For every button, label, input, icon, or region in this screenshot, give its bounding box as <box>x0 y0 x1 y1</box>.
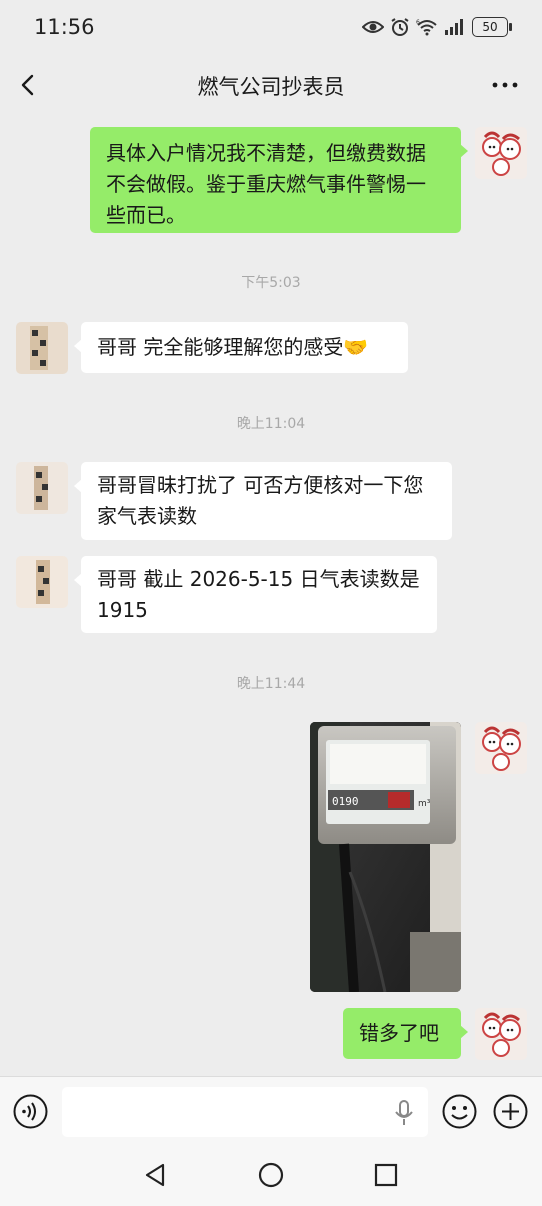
message-bubble-sent[interactable]: 具体入户情况我不清楚，但缴费数据不会做假。鉴于重庆燃气事件警惕一些而已。 <box>90 127 468 233</box>
circle-home-icon <box>258 1162 284 1188</box>
input-bar <box>0 1076 542 1145</box>
timestamp: 下午5:03 <box>241 275 301 291</box>
meter-reading: 0190 <box>332 795 359 808</box>
system-nav-bar <box>0 1144 542 1206</box>
gas-meter-photo[interactable]: 0190 m³ <box>310 722 461 992</box>
blurred-avatar-icon <box>16 322 68 374</box>
message-bubble-received[interactable]: 哥哥 完全能够理解您的感受🤝 <box>74 322 408 373</box>
eye-icon <box>362 21 384 33</box>
status-icons: 6 50 <box>362 17 512 37</box>
blurred-avatar-icon <box>16 462 68 514</box>
plus-button[interactable] <box>492 1093 529 1130</box>
system-home-button[interactable] <box>256 1160 286 1190</box>
status-time: 11:56 <box>34 15 95 39</box>
voice-icon <box>13 1094 48 1129</box>
status-bar: 11:56 6 50 <box>0 0 542 56</box>
square-recents-icon <box>374 1163 398 1187</box>
contact-avatar[interactable] <box>16 322 68 374</box>
message-bubble-received[interactable]: 哥哥 截止 2026-5-15 日气表读数是 1915 <box>74 556 437 633</box>
svg-text:6: 6 <box>416 19 420 26</box>
gas-meter-image: 0190 m³ <box>310 722 461 992</box>
message-bubble-sent[interactable]: 错多了吧 <box>343 1008 468 1059</box>
mic-icon[interactable] <box>394 1100 414 1126</box>
chat-title: 燃气公司抄表员 <box>197 75 345 99</box>
battery-indicator: 50 <box>472 17 512 37</box>
meter-unit: m³ <box>418 799 431 809</box>
message-bubble-received[interactable]: 哥哥冒昧打扰了 可否方便核对一下您家气表读数 <box>74 462 452 540</box>
my-avatar[interactable] <box>475 127 527 179</box>
blurred-avatar-icon <box>16 556 68 608</box>
plus-icon <box>493 1094 528 1129</box>
wifi-icon: 6 <box>416 19 437 36</box>
system-back-button[interactable] <box>141 1160 171 1190</box>
message-input[interactable] <box>62 1087 428 1137</box>
system-recents-button[interactable] <box>371 1160 401 1190</box>
alarm-icon <box>391 18 409 36</box>
cartoon-avatar-icon <box>475 1008 527 1060</box>
contact-avatar[interactable] <box>16 556 68 608</box>
emoji-icon <box>442 1094 477 1129</box>
timestamp: 晚上11:04 <box>236 416 306 432</box>
nav-bar: 燃气公司抄表员 <box>0 56 542 114</box>
cartoon-avatar-icon <box>475 722 527 774</box>
emoji-button[interactable] <box>441 1093 478 1130</box>
cartoon-avatar-icon <box>475 127 527 179</box>
more-dots-icon <box>492 82 518 88</box>
signal-icon <box>445 19 463 35</box>
my-avatar[interactable] <box>475 1008 527 1060</box>
timestamp: 晚上11:44 <box>236 676 306 692</box>
my-avatar[interactable] <box>475 722 527 774</box>
voice-button[interactable] <box>12 1093 49 1130</box>
contact-avatar[interactable] <box>16 462 68 514</box>
triangle-back-icon <box>145 1163 165 1187</box>
more-button[interactable] <box>490 70 520 100</box>
